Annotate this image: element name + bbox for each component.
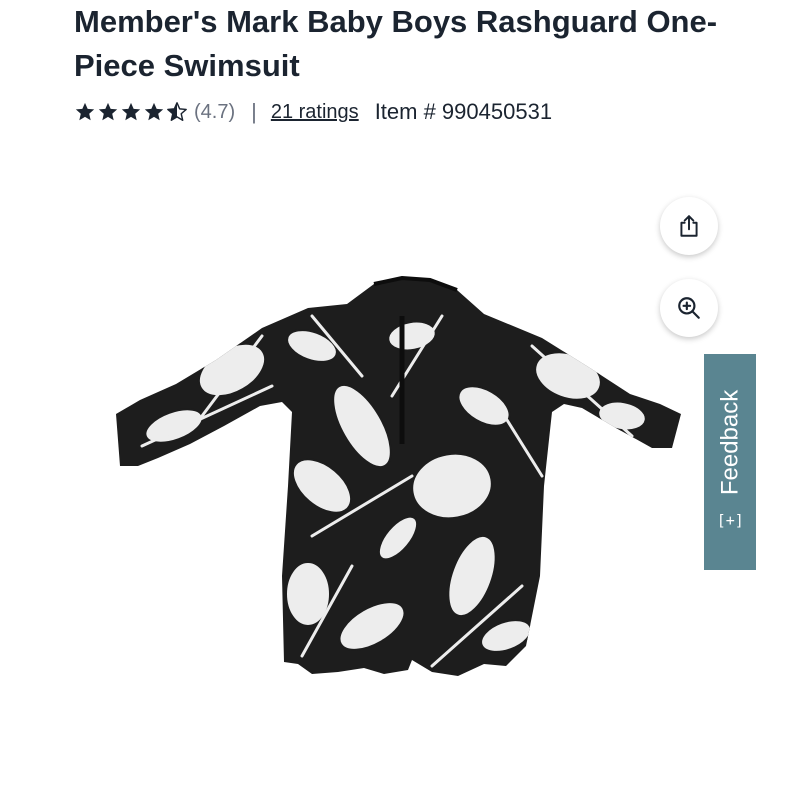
feedback-plus-icon: [+] — [716, 511, 744, 530]
star-icon — [121, 102, 141, 121]
star-icon — [98, 102, 118, 121]
star-rating — [74, 101, 188, 123]
feedback-label: Feedback — [716, 389, 743, 496]
ratings-link[interactable]: 21 ratings — [271, 101, 359, 124]
rating-value: (4.7) — [194, 100, 236, 123]
product-title: Member's Mark Baby Boys Rashguard One-Pi… — [74, 4, 718, 83]
star-icon — [75, 102, 95, 121]
share-icon — [680, 215, 698, 237]
half-star-icon — [167, 102, 187, 121]
rating-row: (4.7) | 21 ratings Item # 990450531 — [74, 96, 552, 128]
star-icon — [144, 102, 164, 121]
product-image[interactable] — [112, 276, 684, 680]
share-button[interactable] — [660, 197, 718, 255]
divider: | — [251, 99, 257, 124]
item-number: Item # 990450531 — [374, 99, 553, 124]
feedback-tab[interactable]: [+] Feedback — [704, 354, 756, 570]
